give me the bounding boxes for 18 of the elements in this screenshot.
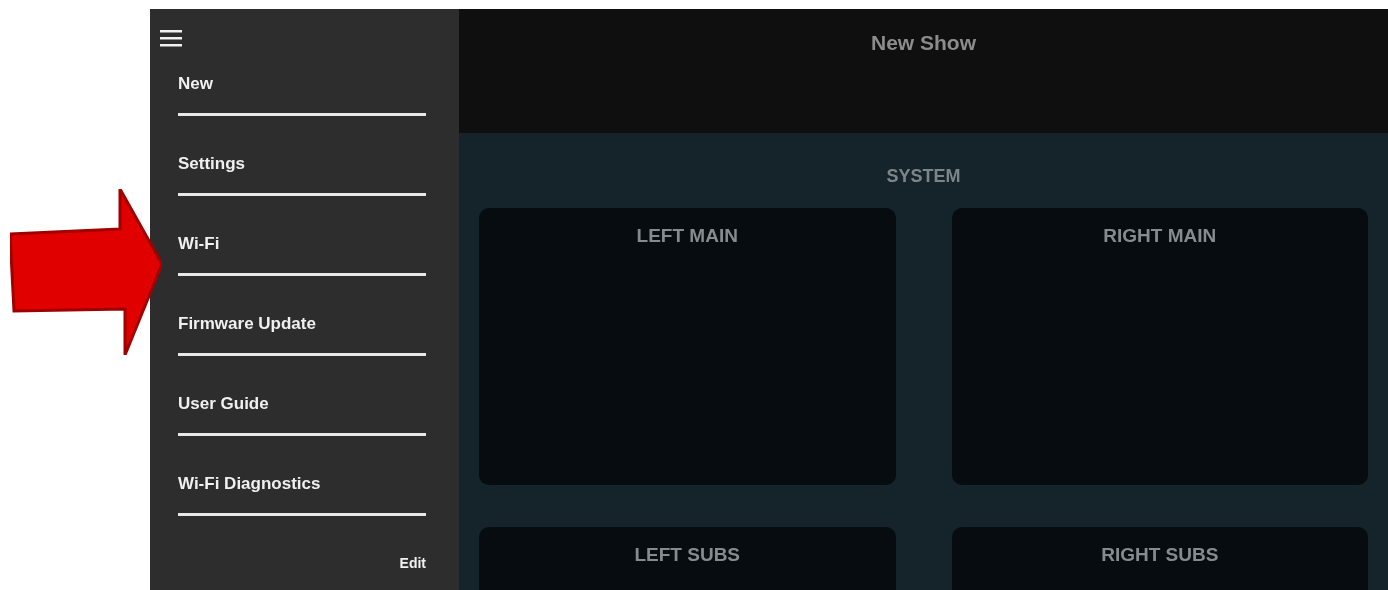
output-card[interactable]: RIGHT SUBS (951, 527, 1368, 590)
section-title: SYSTEM (886, 165, 961, 188)
menu-item[interactable]: Settings (178, 133, 426, 193)
edit-button[interactable]: Edit (399, 553, 426, 574)
menu-item[interactable]: New (178, 53, 426, 113)
output-card[interactable]: LEFT SUBS (479, 527, 896, 590)
card-title: LEFT SUBS (634, 543, 741, 567)
output-card[interactable]: LEFT MAIN (479, 208, 896, 485)
card-title: RIGHT SUBS (1101, 543, 1219, 567)
card-title: LEFT MAIN (636, 224, 738, 248)
menu-item[interactable]: User Guide (178, 373, 426, 433)
output-card[interactable]: RIGHT MAIN (951, 208, 1368, 485)
menu-item[interactable]: Wi-Fi (178, 213, 426, 273)
show-title: New Show (871, 30, 976, 55)
menu-item[interactable]: Wi-Fi Diagnostics (178, 453, 426, 513)
card-title: RIGHT MAIN (1103, 224, 1217, 248)
menu-icon[interactable] (160, 29, 182, 47)
menu-item[interactable]: Firmware Update (178, 293, 426, 353)
